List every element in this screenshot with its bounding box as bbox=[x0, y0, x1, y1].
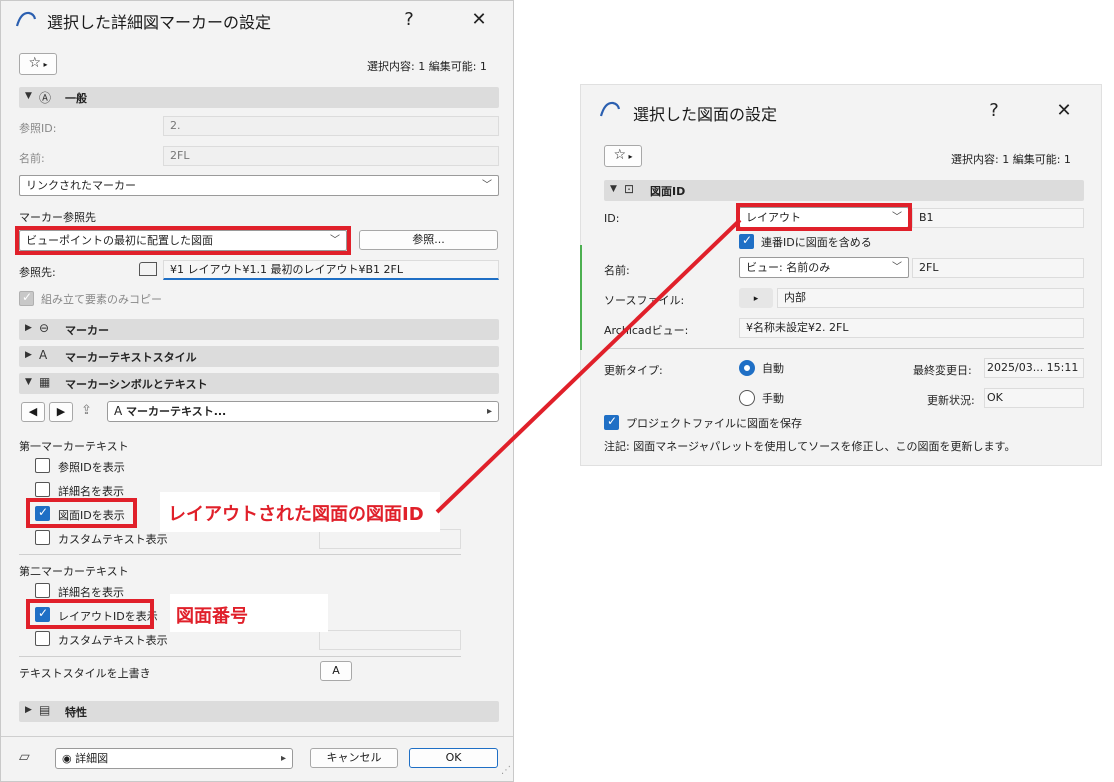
connector-line bbox=[435, 218, 742, 514]
